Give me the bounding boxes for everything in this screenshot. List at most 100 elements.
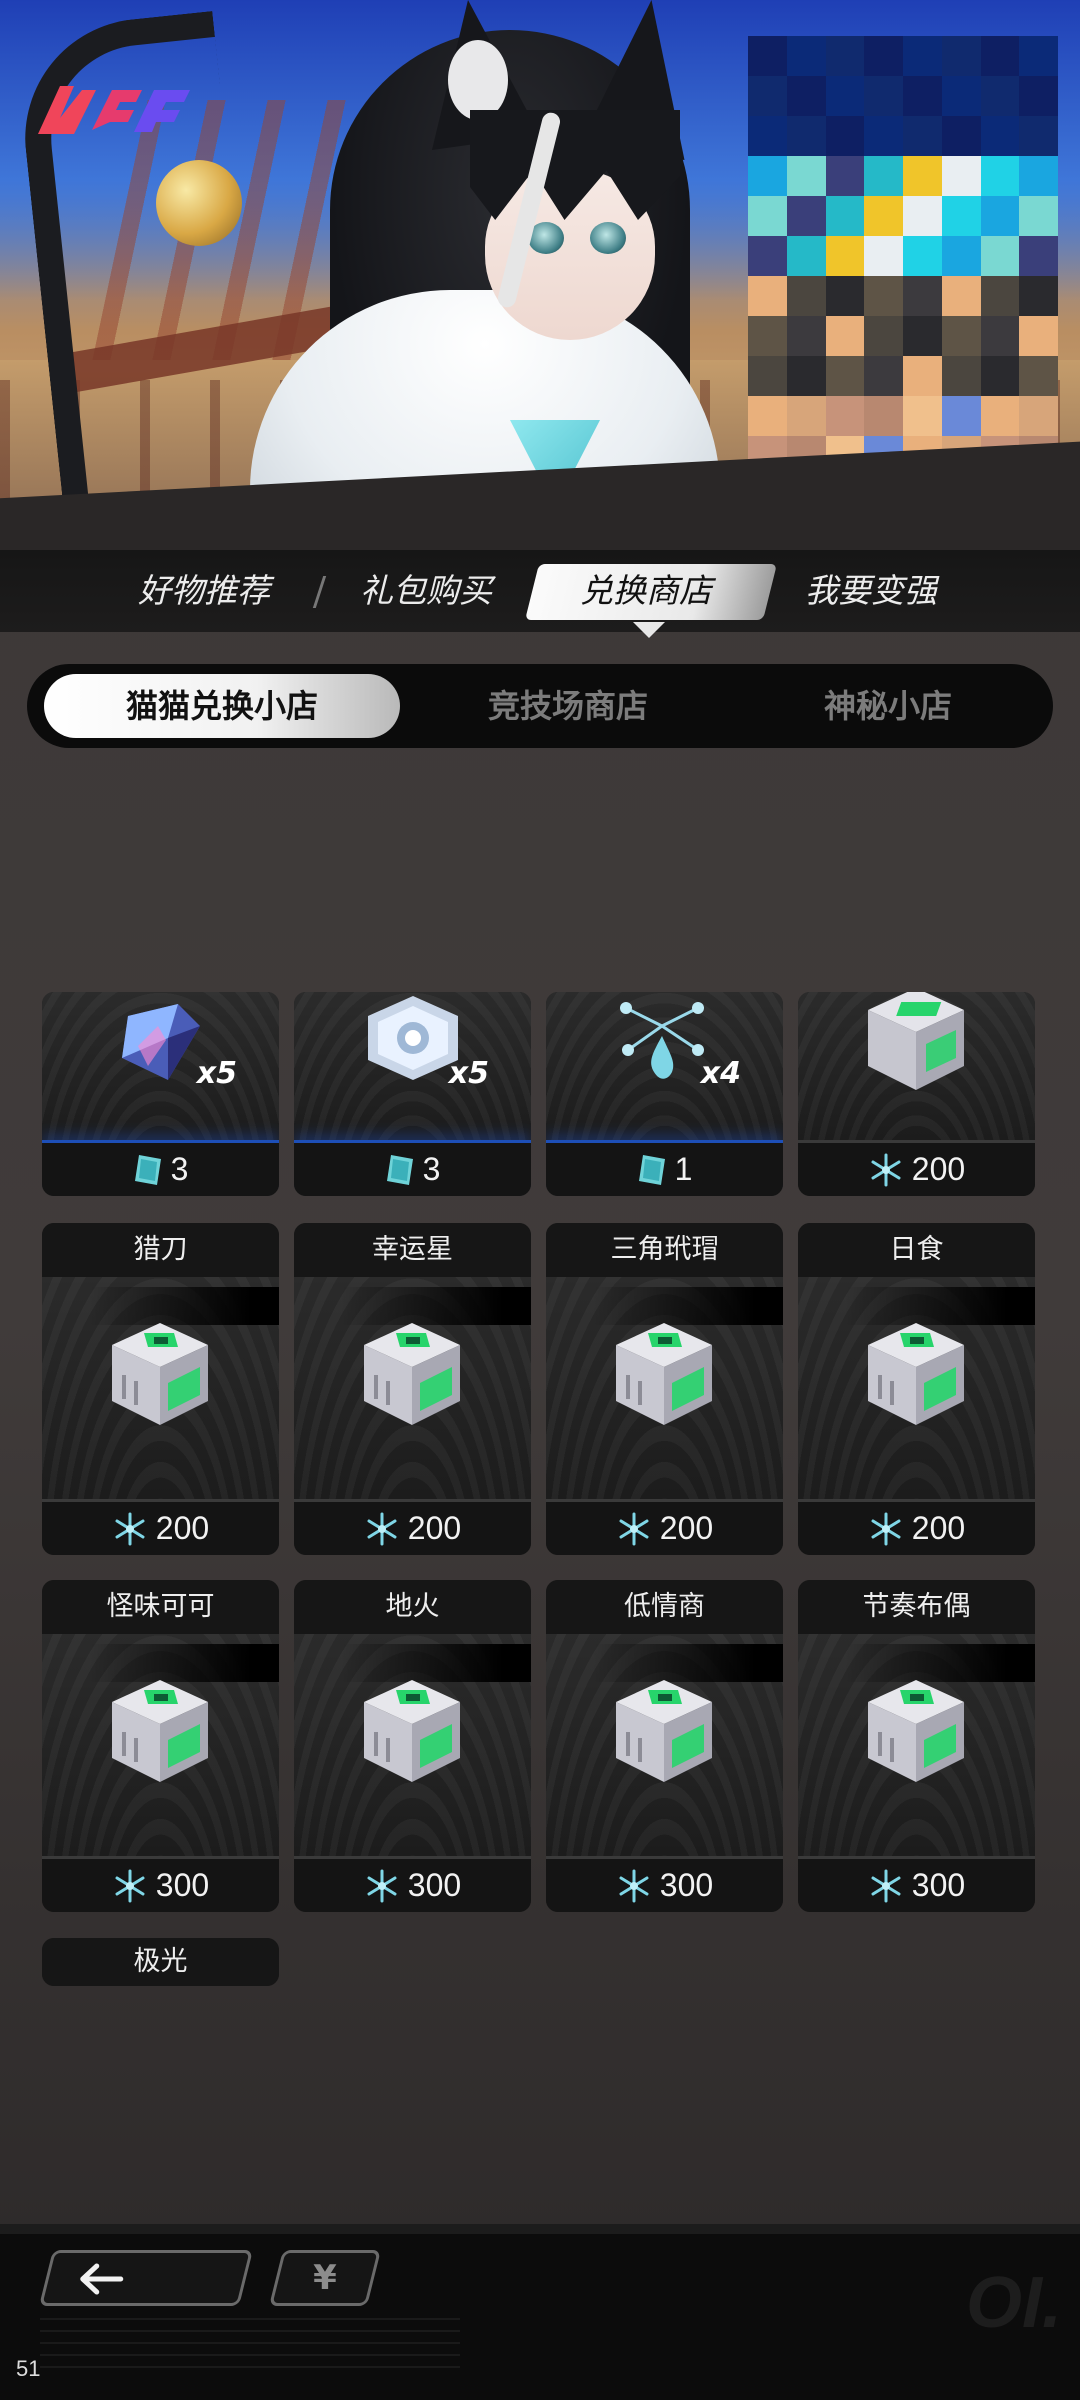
mosaic-tile <box>748 236 787 276</box>
shop-item-card[interactable]: 猎刀 200 <box>42 1223 279 1555</box>
item-name: 节奏布偶 <box>798 1580 1035 1634</box>
item-price: 3 <box>294 1140 531 1196</box>
mosaic-tile <box>903 316 942 356</box>
mosaic-tile <box>825 156 865 196</box>
item-price-value: 3 <box>170 1151 189 1187</box>
item-price-value: 300 <box>155 1867 210 1903</box>
item-art <box>798 992 1035 1140</box>
currency-button[interactable]: ¥ <box>269 2250 381 2306</box>
mosaic-tile <box>941 36 981 76</box>
snowflake-icon <box>871 1512 901 1545</box>
mosaic-tile <box>980 276 1020 316</box>
mosaic-tile <box>1019 356 1058 396</box>
hero-banner <box>0 0 1080 552</box>
mosaic-tile <box>748 116 787 156</box>
item-art <box>42 1277 279 1499</box>
shop-item-card[interactable]: 节奏布偶 300 <box>798 1580 1035 1912</box>
pixelated-region <box>748 36 1058 516</box>
item-price-value: 200 <box>911 1510 966 1546</box>
item-price: 200 <box>798 1499 1035 1555</box>
item-price: 200 <box>294 1499 531 1555</box>
mosaic-tile <box>980 356 1020 396</box>
character-eye-right <box>590 222 626 254</box>
mosaic-tile <box>864 36 903 76</box>
back-button[interactable] <box>39 2250 253 2306</box>
mosaic-tile <box>825 36 865 76</box>
subtab-arena-shop[interactable]: 竞技场商店 <box>403 674 733 738</box>
shop-item-card[interactable]: x5 3 <box>42 992 279 1196</box>
snowflake-icon <box>115 1512 145 1545</box>
cube-box-icon <box>868 1323 964 1425</box>
tab-exchange-shop[interactable]: 兑换商店 <box>580 550 712 632</box>
shop-item-card[interactable]: 幸运星 200 <box>294 1223 531 1555</box>
sub-tab-bar: 猫猫兑换小店 竞技场商店 神秘小店 <box>27 664 1053 748</box>
snowflake-icon <box>871 1153 901 1186</box>
mosaic-tile <box>903 36 942 76</box>
page-number: 51 <box>16 2356 41 2381</box>
mosaic-tile <box>825 316 865 356</box>
item-price-value: 200 <box>155 1510 210 1546</box>
item-quantity: x4 <box>700 1056 741 1091</box>
mosaic-tile <box>903 396 942 436</box>
shop-item-card[interactable]: 极光 <box>42 1938 279 1986</box>
mosaic-tile <box>1019 116 1058 156</box>
shop-item-card[interactable]: 怪味可可 300 <box>42 1580 279 1912</box>
mosaic-tile <box>980 316 1020 356</box>
tab-recommended[interactable]: 好物推荐 <box>138 550 270 632</box>
item-quantity: x5 <box>196 1056 237 1091</box>
mosaic-tile <box>748 396 787 436</box>
mosaic-tile <box>1019 36 1058 76</box>
mosaic-tile <box>980 36 1020 76</box>
subtab-mystery-shop[interactable]: 神秘小店 <box>723 674 1053 738</box>
shop-item-card[interactable]: 日食 200 <box>798 1223 1035 1555</box>
item-price-value: 200 <box>911 1151 966 1187</box>
ticket-icon <box>386 1154 413 1185</box>
item-price: 300 <box>294 1856 531 1912</box>
snowflake-icon <box>367 1512 397 1545</box>
fine-print <box>40 2318 460 2368</box>
item-price: 200 <box>42 1499 279 1555</box>
tab-gift-packs[interactable]: 礼包购买 <box>360 550 492 632</box>
game-logo <box>38 86 190 134</box>
mosaic-tile <box>903 236 942 276</box>
mosaic-tile <box>864 156 903 196</box>
snowflake-icon <box>871 1869 901 1902</box>
mosaic-tile <box>825 356 865 396</box>
item-quantity: x5 <box>448 1056 489 1091</box>
mosaic-tile <box>825 276 865 316</box>
mosaic-tile <box>1019 156 1058 196</box>
ticket-icon <box>638 1154 665 1185</box>
item-art <box>294 1277 531 1499</box>
cube-box-icon <box>616 1680 712 1782</box>
item-name: 猎刀 <box>42 1223 279 1277</box>
snowflake-icon <box>367 1869 397 1902</box>
mosaic-tile <box>941 76 981 116</box>
shop-item-card[interactable]: 200 <box>798 992 1035 1196</box>
watermark-text: OI. <box>966 2263 1063 2343</box>
character-ear-inner <box>448 40 508 120</box>
shop-item-card[interactable]: x4 1 <box>546 992 783 1196</box>
cube-box-icon <box>868 992 964 1090</box>
mosaic-tile <box>786 156 826 196</box>
tab-get-stronger[interactable]: 我要变强 <box>805 550 937 632</box>
item-price: 300 <box>42 1856 279 1912</box>
active-tab-pointer <box>633 622 665 638</box>
crystal-gem-icon <box>122 1004 200 1080</box>
cube-box-icon <box>616 1323 712 1425</box>
shop-item-card[interactable]: x5 3 <box>294 992 531 1196</box>
mosaic-tile <box>825 196 865 236</box>
mosaic-tile <box>748 76 787 116</box>
shop-item-card[interactable]: 三角玳瑁 200 <box>546 1223 783 1555</box>
mosaic-tile <box>786 356 826 396</box>
item-art <box>42 1634 279 1856</box>
item-price: 300 <box>798 1856 1035 1912</box>
shop-item-card[interactable]: 地火 300 <box>294 1580 531 1912</box>
mosaic-tile <box>1019 276 1058 316</box>
mosaic-tile <box>864 196 903 236</box>
item-price-value: 300 <box>407 1867 462 1903</box>
item-name: 幸运星 <box>294 1223 531 1277</box>
shop-item-card[interactable]: 低情商 300 <box>546 1580 783 1912</box>
subtab-cat-exchange[interactable]: 猫猫兑换小店 <box>44 674 400 738</box>
cube-box-icon <box>364 1323 460 1425</box>
mosaic-tile <box>786 76 826 116</box>
